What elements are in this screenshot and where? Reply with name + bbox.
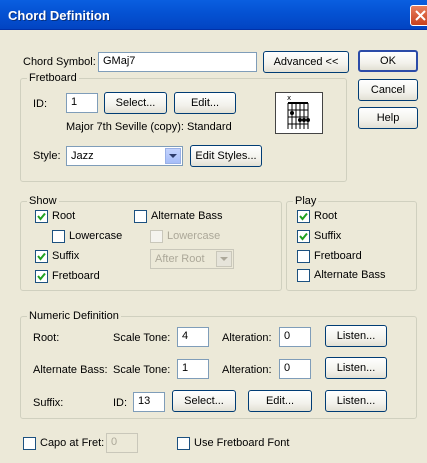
fretboard-id-input[interactable]: 1 — [66, 93, 98, 113]
root-alteration-input[interactable]: 0 — [279, 327, 311, 347]
svg-text:x: x — [287, 94, 291, 102]
show-group-title: Show — [27, 195, 59, 207]
play-alternate-bass-checkbox[interactable] — [297, 269, 310, 282]
numeric-definition-group-title: Numeric Definition — [27, 310, 121, 322]
show-suffix-label: Suffix — [52, 250, 80, 262]
title-bar: Chord Definition — [0, 0, 427, 30]
alt-bass-listen-button[interactable]: Listen... — [325, 357, 387, 379]
play-alternate-bass-label: Alternate Bass — [314, 269, 386, 281]
check-icon — [299, 212, 308, 221]
check-icon — [299, 232, 308, 241]
suffix-listen-button[interactable]: Listen... — [325, 390, 387, 412]
alt-scale-tone-input[interactable]: 1 — [177, 359, 209, 379]
play-fretboard-checkbox[interactable] — [297, 250, 310, 263]
cancel-button[interactable]: Cancel — [358, 79, 418, 101]
check-icon — [37, 212, 46, 221]
chord-diagram-icon: x — [275, 92, 323, 134]
capo-label: Capo at Fret: — [40, 437, 105, 449]
style-select-value: Jazz — [71, 150, 94, 162]
edit-styles-button[interactable]: Edit Styles... — [190, 145, 262, 167]
show-alternate-bass-checkbox[interactable] — [134, 210, 147, 223]
alt-scale-tone-label: Scale Tone: — [113, 364, 171, 376]
numeric-root-label: Root: — [33, 332, 60, 344]
alt-alteration-input[interactable]: 0 — [279, 359, 311, 379]
check-icon — [37, 272, 46, 281]
use-fretboard-font-label: Use Fretboard Font — [194, 437, 290, 449]
show-lowercase-label: Lowercase — [69, 230, 123, 242]
chord-symbol-input[interactable]: GMaj7 — [98, 52, 257, 72]
root-scale-tone-label: Scale Tone: — [113, 332, 171, 344]
suffix-id-input[interactable]: 13 — [133, 392, 165, 412]
capo-fret-input[interactable]: 0 — [106, 433, 138, 453]
show-root-label: Root — [52, 210, 76, 222]
close-button[interactable] — [410, 5, 427, 26]
chevron-down-icon — [216, 251, 232, 267]
advanced-button[interactable]: Advanced << — [263, 51, 349, 73]
suffix-edit-button[interactable]: Edit... — [248, 390, 312, 412]
style-select[interactable]: Jazz — [66, 146, 183, 166]
play-suffix-checkbox[interactable] — [297, 230, 310, 243]
show-root-checkbox[interactable] — [35, 210, 48, 223]
play-root-checkbox[interactable] — [297, 210, 310, 223]
show-fretboard-label: Fretboard — [52, 270, 100, 282]
play-fretboard-label: Fretboard — [314, 250, 362, 262]
show-fretboard-checkbox[interactable] — [35, 270, 48, 283]
chord-symbol-label: Chord Symbol: — [23, 56, 96, 68]
ok-button[interactable]: OK — [358, 50, 418, 72]
play-group-title: Play — [293, 195, 319, 207]
alt-alteration-label: Alteration: — [222, 364, 272, 376]
show-alt-lowercase-checkbox[interactable] — [150, 230, 163, 243]
show-position-value: After Root — [155, 253, 205, 265]
chord-definition-dialog: Chord Definition Chord Symbol: GMaj7 Adv… — [0, 0, 427, 463]
suffix-id-label: ID: — [113, 397, 128, 409]
numeric-alt-bass-label: Alternate Bass: — [33, 364, 108, 376]
show-suffix-checkbox[interactable] — [35, 250, 48, 263]
root-alteration-label: Alteration: — [222, 332, 272, 344]
fretboard-select-button[interactable]: Select... — [104, 92, 167, 114]
help-button[interactable]: Help — [358, 107, 418, 129]
window-title: Chord Definition — [8, 8, 110, 23]
style-label: Style: — [33, 150, 61, 162]
fretboard-edit-button[interactable]: Edit... — [174, 92, 236, 114]
show-alternate-bass-label: Alternate Bass — [151, 210, 223, 222]
capo-checkbox[interactable] — [23, 437, 36, 450]
show-lowercase-checkbox[interactable] — [52, 230, 65, 243]
play-suffix-label: Suffix — [314, 230, 342, 242]
chevron-down-icon — [165, 148, 181, 164]
play-root-label: Root — [314, 210, 338, 222]
fretboard-description: Major 7th Seville (copy): Standard — [66, 121, 232, 133]
fretboard-id-label: ID: — [33, 98, 48, 110]
show-position-select[interactable]: After Root — [150, 249, 234, 269]
close-icon — [415, 10, 426, 21]
fretboard-group-title: Fretboard — [27, 72, 79, 84]
suffix-select-button[interactable]: Select... — [172, 390, 236, 412]
use-fretboard-font-checkbox[interactable] — [177, 437, 190, 450]
numeric-suffix-label: Suffix: — [33, 397, 64, 409]
check-icon — [37, 252, 46, 261]
show-alt-lowercase-label: Lowercase — [167, 230, 221, 242]
root-scale-tone-input[interactable]: 4 — [177, 327, 209, 347]
root-listen-button[interactable]: Listen... — [325, 325, 387, 347]
